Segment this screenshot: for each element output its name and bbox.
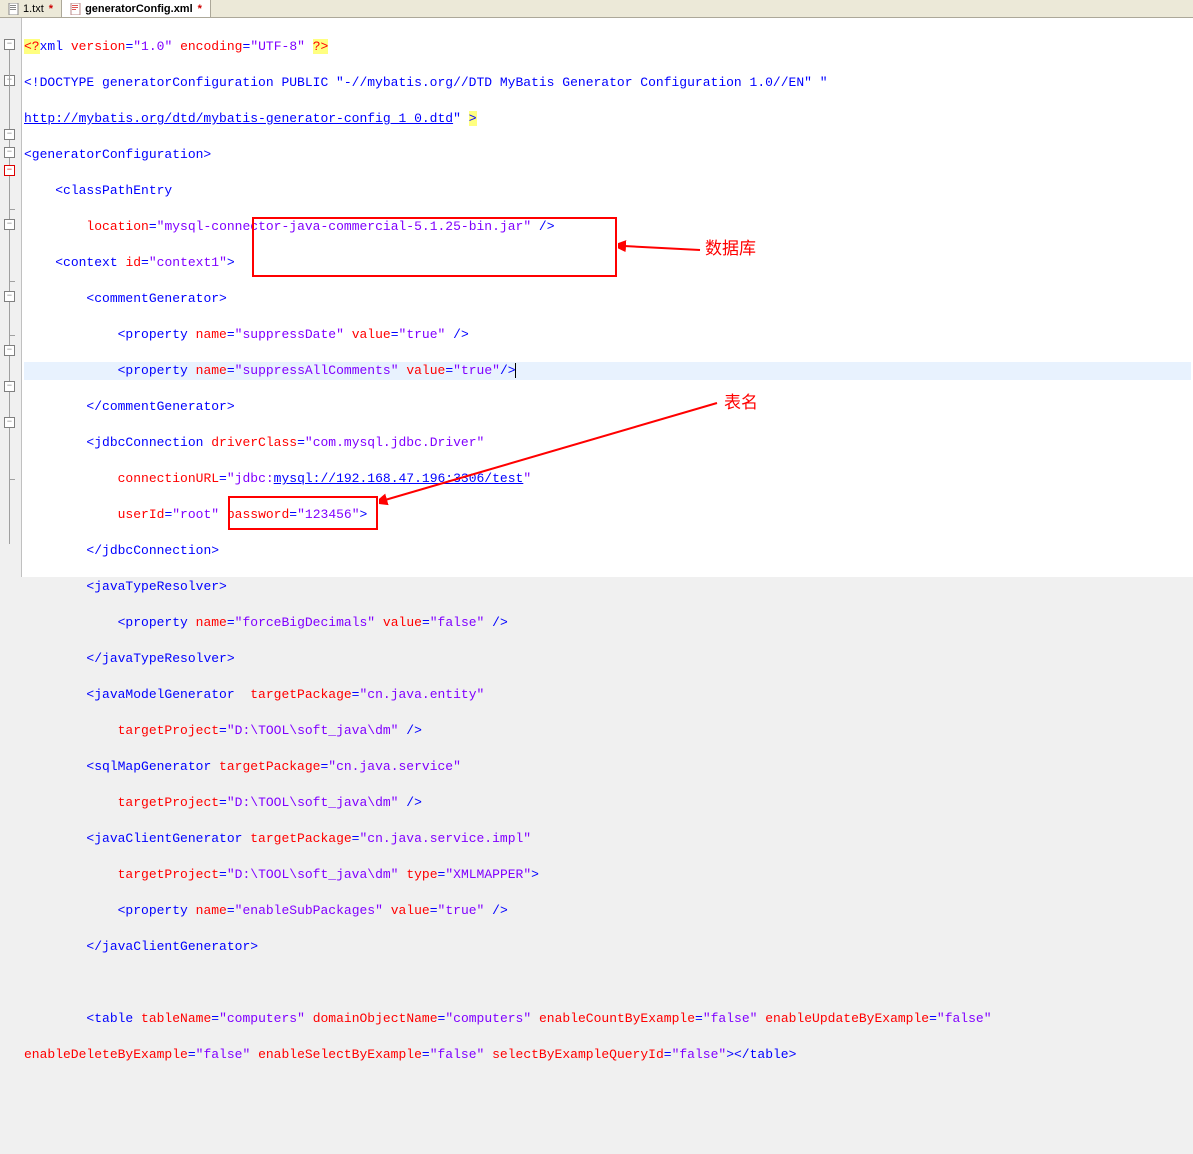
tab-file-2[interactable]: generatorConfig.xml * xyxy=(62,0,211,17)
editor: − − − − − − − − − − <?xml version="1.0" … xyxy=(0,18,1193,577)
gutter: − − − − − − − − − − xyxy=(0,18,22,577)
tab-label: generatorConfig.xml xyxy=(85,3,193,15)
fold-toggle[interactable]: − xyxy=(4,219,15,230)
code-area[interactable]: <?xml version="1.0" encoding="UTF-8" ?> … xyxy=(22,18,1193,577)
text-cursor xyxy=(515,363,516,378)
tab-file-1[interactable]: 1.txt * xyxy=(0,0,62,17)
tab-bar: 1.txt * generatorConfig.xml * xyxy=(0,0,1193,18)
tab-label: 1.txt xyxy=(23,3,44,15)
fold-toggle[interactable]: − xyxy=(4,291,15,302)
file-icon xyxy=(8,3,20,15)
fold-toggle[interactable]: − xyxy=(4,165,15,176)
fold-toggle[interactable]: − xyxy=(4,345,15,356)
fold-toggle[interactable]: − xyxy=(4,39,15,50)
dirty-marker: * xyxy=(49,3,53,15)
fold-toggle[interactable]: − xyxy=(4,381,15,392)
fold-toggle[interactable]: − xyxy=(4,147,15,158)
fold-toggle[interactable]: − xyxy=(4,129,15,140)
file-icon xyxy=(70,3,82,15)
dirty-marker: * xyxy=(198,3,202,15)
fold-toggle[interactable]: − xyxy=(4,417,15,428)
